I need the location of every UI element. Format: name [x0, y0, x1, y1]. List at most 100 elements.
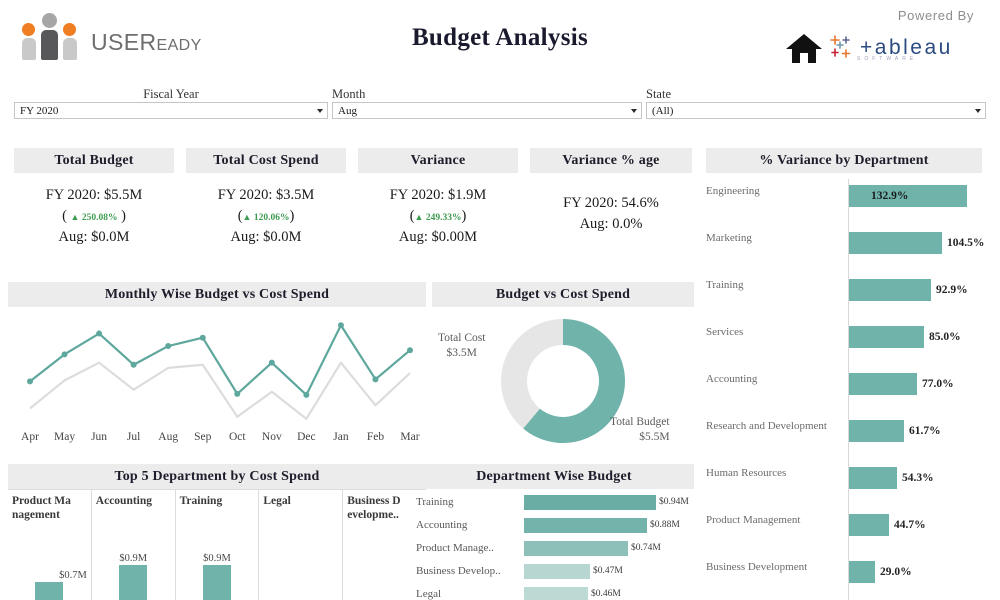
- donut-segment-value: $3.5M: [446, 346, 477, 359]
- variance-bar[interactable]: [849, 326, 924, 348]
- donut-segment-value: $5.5M: [639, 430, 670, 443]
- top5-value-label: $0.7M: [59, 570, 87, 581]
- kpi-title: Total Cost Spend: [186, 148, 346, 173]
- filter-state-value: (All): [652, 104, 674, 117]
- dept-budget-row: Product Manage.. $0.74M: [414, 539, 694, 560]
- top5-chart: Product Ma nagement $0.7M Accounting $0.9M T…: [8, 489, 426, 600]
- variance-bar[interactable]: [849, 279, 931, 301]
- top5-value-label: $0.9M: [203, 553, 231, 564]
- month-tick-label: Mar: [400, 431, 420, 443]
- department-wise-budget-title: Department Wise Budget: [414, 464, 694, 489]
- variance-bar[interactable]: [849, 467, 897, 489]
- home-icon[interactable]: [785, 32, 823, 69]
- dept-budget-value: $0.46M: [591, 589, 621, 599]
- kpi-delta-value: 250.08%: [81, 213, 118, 224]
- kpi-card-variance-percentage: Variance % age FY 2020: 54.6% Aug: 0.0%: [530, 148, 692, 235]
- variance-category-label: Accounting: [706, 373, 758, 385]
- variance-value-label: 29.0%: [880, 566, 912, 578]
- variance-value-label: 132.9%: [871, 190, 909, 202]
- filter-state: State (All): [646, 86, 986, 119]
- top5-column: Accounting $0.9M: [91, 489, 176, 600]
- powered-by-label: Powered By: [897, 8, 974, 23]
- month-tick-label: Apr: [21, 431, 39, 443]
- variance-row: Business Development 29.0%: [706, 561, 982, 600]
- tableau-software-label: SOFTWARE: [857, 56, 918, 62]
- kpi-card-variance: Variance FY 2020: $1.9M (▲ 249.33%) Aug:…: [358, 148, 518, 248]
- month-tick-label: May: [53, 431, 76, 443]
- monthly-line-plot: [8, 311, 426, 429]
- tableau-wordmark: +ableau: [860, 35, 953, 59]
- month-tick-label: Jul: [126, 431, 141, 443]
- top5-bar[interactable]: [119, 565, 148, 600]
- month-tick-label: Nov: [261, 431, 282, 443]
- filter-fiscal-year-dropdown[interactable]: FY 2020: [14, 102, 328, 119]
- kpi-body: FY 2020: $5.5M ( ▲ 250.08% ) Aug: $0.0M: [14, 173, 174, 248]
- variance-bar[interactable]: [849, 514, 889, 536]
- month-tick-label: Jan: [333, 431, 349, 443]
- donut-chart-title: Budget vs Cost Spend: [432, 282, 694, 307]
- variance-row: Accounting 77.0%: [706, 373, 982, 420]
- variance-row: Product Management 44.7%: [706, 514, 982, 561]
- variance-bar[interactable]: [849, 373, 917, 395]
- dept-budget-row: Legal $0.46M: [414, 585, 694, 600]
- dept-budget-bar[interactable]: [524, 541, 628, 556]
- variance-bar[interactable]: [849, 420, 904, 442]
- month-tick-label: Sep: [194, 431, 212, 443]
- kpi-title: Total Budget: [14, 148, 174, 173]
- variance-by-department-chart: Engineering 132.9% Marketing 104.5% Training…: [706, 179, 984, 600]
- kpi-year-value: FY 2020: $1.9M: [389, 187, 487, 203]
- filter-state-label: State: [646, 87, 671, 101]
- budget-vs-cost-donut-chart: Total Cost $3.5M Total Budget $5.5M: [432, 307, 694, 467]
- filter-month-value: Aug: [338, 104, 357, 117]
- kpi-title: Variance: [358, 148, 518, 173]
- kpi-body: FY 2020: $1.9M (▲ 249.33%) Aug: $0.00M: [358, 173, 518, 248]
- kpi-card-total-budget: Total Budget FY 2020: $5.5M ( ▲ 250.08% …: [14, 148, 174, 248]
- kpi-body: FY 2020: 54.6% Aug: 0.0%: [530, 173, 692, 235]
- top5-column: Training $0.9M: [175, 489, 260, 600]
- dept-budget-bar[interactable]: [524, 587, 588, 600]
- filter-month-dropdown[interactable]: Aug: [332, 102, 642, 119]
- tableau-branding: Powered By +ableau SOFTWARE: [777, 8, 982, 70]
- variance-category-label: Services: [706, 326, 744, 338]
- chevron-down-icon: [631, 108, 637, 113]
- variance-row: Marketing 104.5%: [706, 232, 984, 279]
- variance-value-label: 61.7%: [909, 425, 941, 437]
- dept-budget-row: Training $0.94M: [414, 493, 694, 514]
- dept-budget-value: $0.88M: [650, 520, 680, 530]
- variance-bar[interactable]: [849, 232, 942, 254]
- filter-month: Month Aug: [332, 86, 642, 119]
- filter-fiscal-year-value: FY 2020: [20, 104, 59, 117]
- top5-column: Legal: [259, 489, 344, 600]
- donut-label: Total Budget $5.5M: [610, 415, 670, 445]
- variance-by-department-title: % Variance by Department: [706, 148, 982, 173]
- dept-budget-label: Product Manage..: [416, 542, 494, 554]
- variance-category-label: Engineering: [706, 185, 760, 197]
- kpi-month-value: Aug: 0.0%: [579, 216, 643, 233]
- variance-category-label: Human Resources: [706, 467, 787, 479]
- kpi-delta-value: 249.33%: [425, 213, 462, 224]
- kpi-year-value: FY 2020: $3.5M: [217, 187, 315, 203]
- dept-budget-bar[interactable]: [524, 518, 647, 533]
- top5-category-label: Accounting: [95, 495, 153, 507]
- top5-value-label: $0.9M: [119, 553, 148, 564]
- variance-value-label: 92.9%: [936, 284, 968, 296]
- top5-bar[interactable]: [202, 565, 231, 600]
- variance-value-label: 54.3%: [902, 472, 934, 484]
- top5-category-label: Training: [179, 495, 223, 507]
- kpi-delta: (▲ 249.33%): [409, 208, 467, 225]
- panel-variance-by-department: % Variance by Department Engineering 132.…: [706, 148, 984, 600]
- top5-bar[interactable]: [35, 582, 64, 600]
- panel-budget-vs-cost-donut: Budget vs Cost Spend Total Cost $3.5M Tota…: [432, 282, 694, 467]
- dept-budget-bar[interactable]: [524, 564, 590, 579]
- filter-state-dropdown[interactable]: (All): [646, 102, 986, 119]
- variance-bar[interactable]: [849, 561, 875, 583]
- variance-row: Human Resources 54.3%: [706, 467, 982, 514]
- dept-budget-bar[interactable]: [524, 495, 656, 510]
- top5-column: Product Ma nagement $0.7M: [8, 489, 92, 600]
- monthly-chart-title: Monthly Wise Budget vs Cost Spend: [8, 282, 426, 307]
- kpi-year-value: FY 2020: 54.6%: [563, 195, 659, 211]
- dashboard: USEREADY Budget Analysis Powered By +abl…: [0, 0, 1000, 600]
- variance-category-label: Training: [706, 279, 744, 291]
- kpi-title: Variance % age: [530, 148, 692, 173]
- variance-row: Research and Development 61.7%: [706, 420, 982, 467]
